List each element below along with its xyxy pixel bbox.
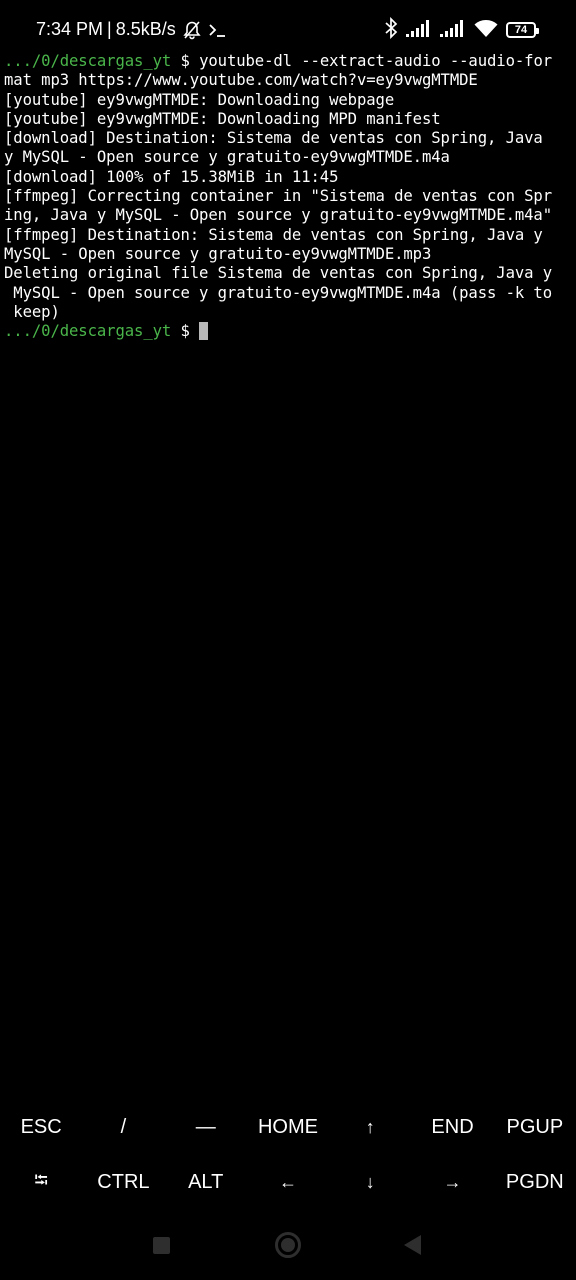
output-line: [download] Destination: Sistema de venta…	[4, 129, 543, 148]
terminal-cursor	[199, 322, 209, 341]
output-line: [download] 100% of 15.38MiB in 11:45	[4, 167, 339, 186]
output-line: [ffmpeg] Destination: Sistema de ventas …	[4, 225, 543, 244]
muted-bell-icon	[182, 20, 202, 40]
current-prompt-line[interactable]: .../0/descargas_yt $	[4, 322, 572, 341]
extra-keys-row-1: ESC / — HOME ↑ END PGUP	[0, 1100, 576, 1155]
bluetooth-icon	[384, 16, 398, 43]
output-line: MySQL - Open source y gratuito-ey9vwgMTM…	[4, 283, 553, 302]
recents-button[interactable]	[153, 1237, 170, 1254]
signal-icon	[440, 19, 466, 41]
prompt-symbol: $	[171, 322, 200, 341]
output-line: [ffmpeg] Correcting container in "Sistem…	[4, 187, 553, 206]
status-left: 7:34 PM | 8.5kB/s	[36, 19, 228, 40]
status-right: 74	[384, 16, 539, 43]
terminal-prompt-icon	[208, 21, 228, 39]
key-dash[interactable]: —	[165, 1100, 247, 1155]
prompt-symbol: $	[171, 52, 200, 70]
output-line: [youtube] ey9vwgMTMDE: Downloading MPD m…	[4, 109, 441, 128]
output-line: ing, Java y MySQL - Open source y gratui…	[4, 206, 553, 225]
battery-level: 74	[514, 23, 528, 36]
back-button[interactable]	[404, 1235, 421, 1255]
status-bar: 7:34 PM | 8.5kB/s 74	[0, 0, 576, 56]
output-line: y MySQL - Open source y gratuito-ey9vwgM…	[4, 148, 450, 167]
output-line: mat mp3 https://www.youtube.com/watch?v=…	[4, 71, 478, 90]
key-pgdn[interactable]: PGDN	[494, 1155, 576, 1210]
output-line: [youtube] ey9vwgMTMDE: Downloading webpa…	[4, 90, 395, 109]
key-ctrl[interactable]: CTRL	[82, 1155, 164, 1210]
home-button[interactable]	[275, 1232, 301, 1258]
wifi-icon	[474, 18, 498, 42]
terminal-output[interactable]: .../0/descargas_yt $ youtube-dl --extrac…	[4, 52, 572, 341]
key-up[interactable]: ↑	[329, 1100, 411, 1155]
clock: 7:34 PM	[36, 19, 104, 39]
key-left[interactable]: ←	[247, 1155, 329, 1210]
extra-keys-bar: ESC / — HOME ↑ END PGUP ⭾ CTRL ALT ← ↓ →…	[0, 1100, 576, 1210]
output-line: MySQL - Open source y gratuito-ey9vwgMTM…	[4, 244, 432, 263]
key-slash[interactable]: /	[82, 1100, 164, 1155]
navigation-bar	[0, 1215, 576, 1275]
key-esc[interactable]: ESC	[0, 1100, 82, 1155]
key-alt[interactable]: ALT	[165, 1155, 247, 1210]
prompt-path: .../0/descargas_yt	[4, 322, 172, 341]
key-tab[interactable]: ⭾	[0, 1155, 82, 1210]
key-down[interactable]: ↓	[329, 1155, 411, 1210]
status-separator: |	[107, 19, 112, 39]
signal-icon	[406, 19, 432, 41]
key-home[interactable]: HOME	[247, 1100, 329, 1155]
key-right[interactable]: →	[411, 1155, 493, 1210]
prompt-path: .../0/descargas_yt	[4, 52, 172, 70]
battery-icon: 74	[506, 22, 539, 38]
output-line: keep)	[4, 302, 60, 321]
command-line: .../0/descargas_yt $ youtube-dl --extrac…	[4, 52, 572, 71]
extra-keys-row-2: ⭾ CTRL ALT ← ↓ → PGDN	[0, 1155, 576, 1210]
network-speed: 8.5kB/s	[115, 19, 176, 39]
key-end[interactable]: END	[411, 1100, 493, 1155]
key-pgup[interactable]: PGUP	[494, 1100, 576, 1155]
output-line: Deleting original file Sistema de ventas…	[4, 264, 553, 283]
command-text: youtube-dl --extract-audio --audio-for	[199, 52, 553, 70]
